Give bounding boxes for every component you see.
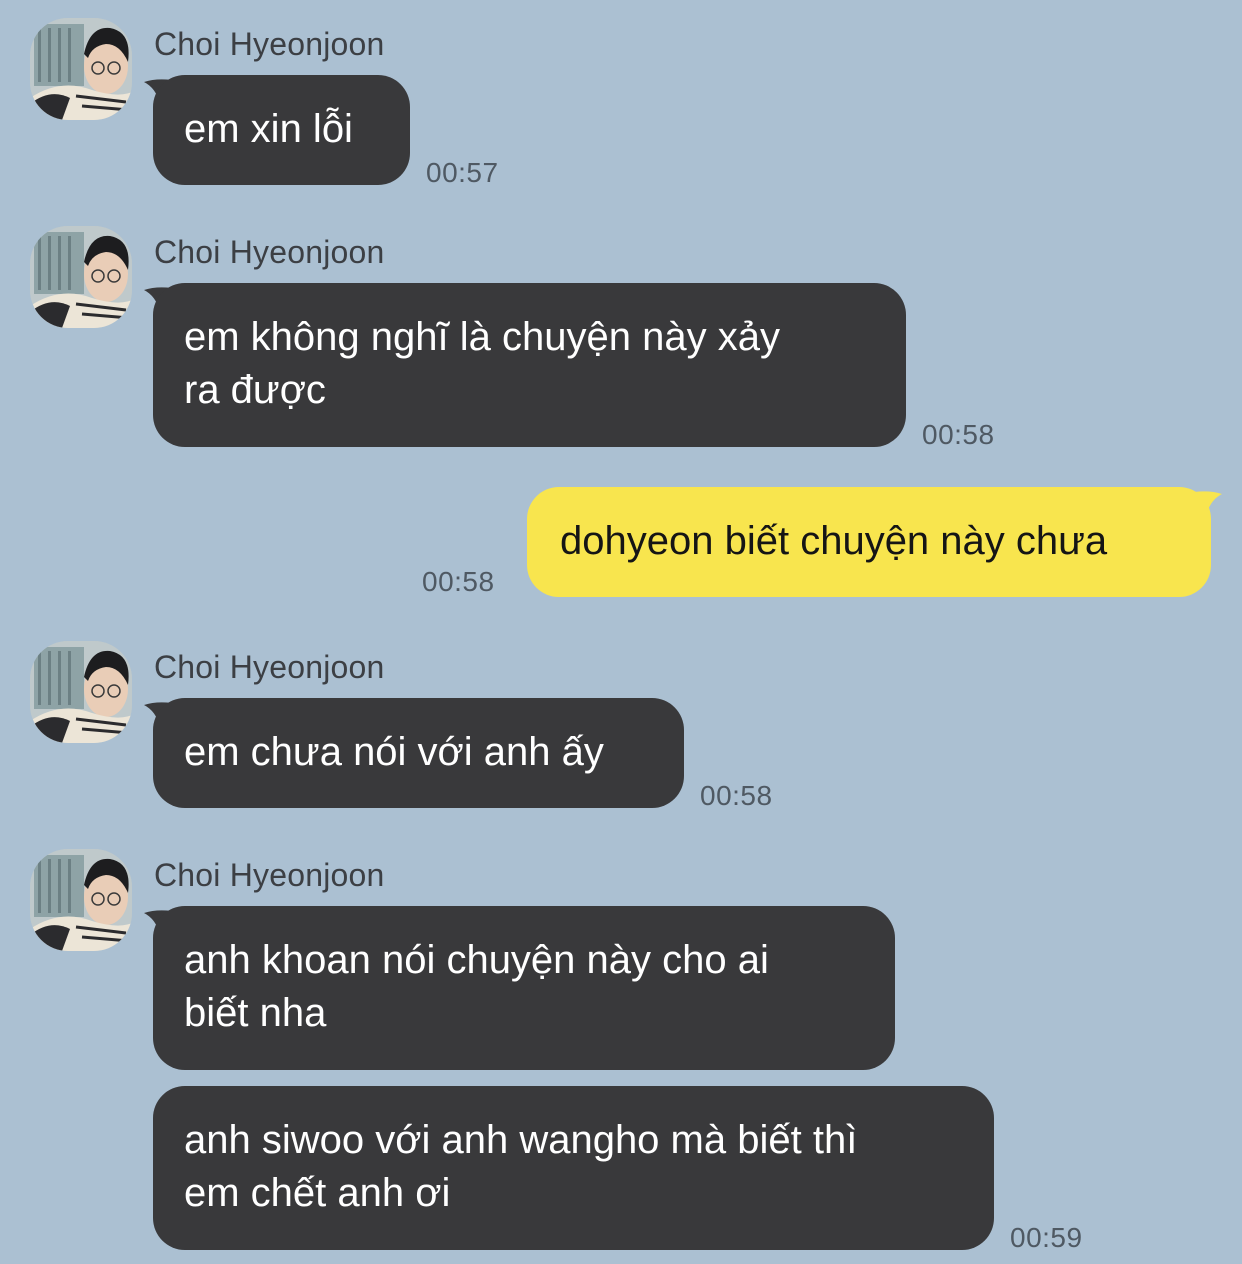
- sender-name: Choi Hyeonjoon: [154, 649, 385, 685]
- contact-avatar[interactable]: [30, 226, 132, 328]
- message-timestamp: 00:58: [422, 566, 495, 597]
- message-timestamp: 00:57: [426, 157, 499, 188]
- message-timestamp: 00:58: [700, 780, 773, 811]
- message-bubble[interactable]: anh khoan nói chuyện này cho ai biết nha: [153, 906, 895, 1070]
- contact-avatar[interactable]: [30, 849, 132, 951]
- contact-avatar[interactable]: [30, 641, 132, 743]
- sender-name: Choi Hyeonjoon: [154, 234, 385, 270]
- contact-avatar[interactable]: [30, 18, 132, 120]
- message-bubble[interactable]: dohyeon biết chuyện này chưa: [527, 487, 1211, 597]
- message-bubble[interactable]: anh siwoo với anh wangho mà biết thì em …: [153, 1086, 994, 1250]
- message-bubble[interactable]: em chưa nói với anh ấy: [153, 698, 684, 808]
- message-bubble[interactable]: em xin lỗi: [153, 75, 410, 185]
- message-bubble[interactable]: em không nghĩ là chuyện này xảy ra được: [153, 283, 906, 447]
- sender-name: Choi Hyeonjoon: [154, 857, 385, 893]
- bubble-tail: [1194, 491, 1222, 516]
- message-timestamp: 00:58: [922, 419, 995, 450]
- message-timestamp: 00:59: [1010, 1222, 1083, 1253]
- sender-name: Choi Hyeonjoon: [154, 26, 385, 62]
- chat-window: Choi Hyeonjoon em xin lỗi 00:57 Choi Hye…: [0, 0, 1242, 1264]
